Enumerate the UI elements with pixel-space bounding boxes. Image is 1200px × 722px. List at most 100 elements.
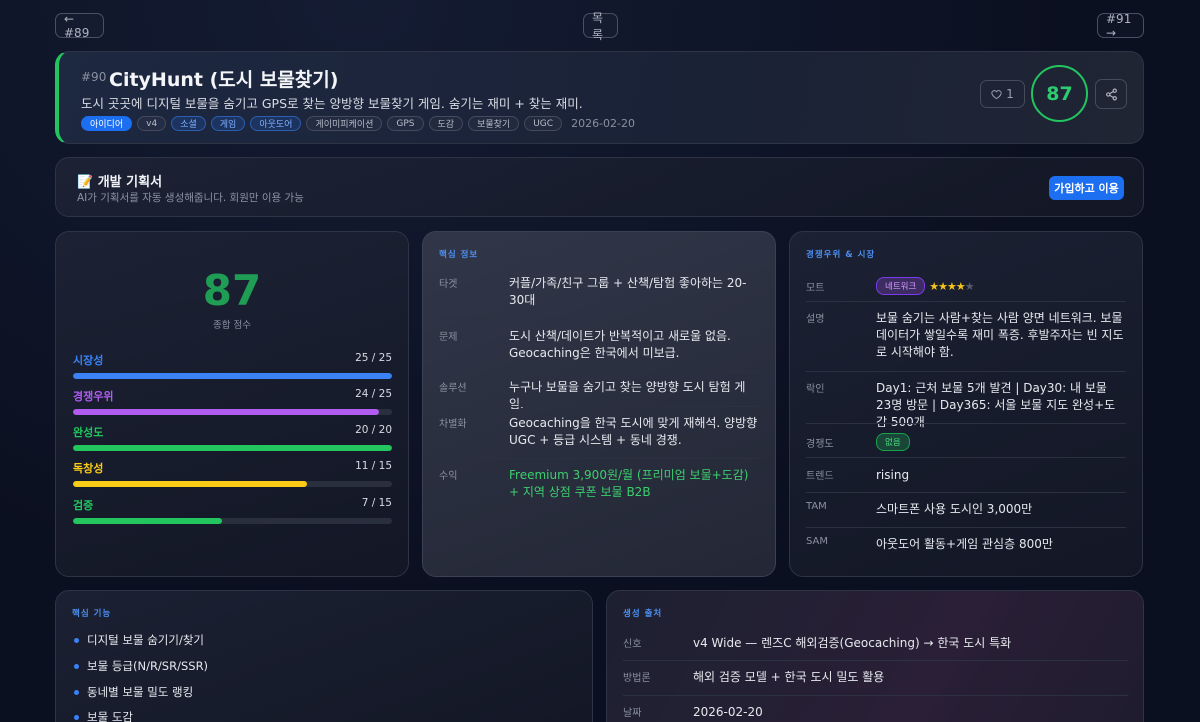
divider	[806, 371, 1126, 372]
metric-value: 25 / 25	[355, 352, 392, 364]
tag[interactable]: 아이디어	[81, 116, 133, 131]
info-key: 방법론	[623, 673, 651, 684]
score-metric: 독창성 11 / 15	[73, 460, 392, 487]
tag[interactable]: GPS	[387, 116, 424, 131]
metric-bar	[73, 445, 392, 451]
feature-label: 보물 등급(N/R/SR/SSR)	[87, 659, 209, 673]
info-key: 신호	[623, 639, 642, 650]
info-row: 방법론 해외 검증 모델 + 한국 도시 밀도 활용	[623, 669, 1128, 686]
info-value: 보물 숨기는 사람+찾는 사람 양면 네트워크. 보물 데이터가 쌓일수록 재미…	[876, 311, 1124, 359]
feature-label: 동네별 보물 밀도 랭킹	[87, 685, 194, 699]
divider	[439, 458, 759, 459]
plan-title: 📝 개발 기획서	[77, 175, 163, 190]
metric-label: 완성도	[73, 426, 104, 439]
dev-plan-card: 📝 개발 기획서 AI가 기획서를 자동 생성해줍니다. 회원만 이용 가능 가…	[55, 157, 1144, 217]
section-title: 핵심 정보	[439, 250, 479, 260]
info-row: 신호 v4 Wide — 렌즈C 해외검증(Geocaching) → 한국 도…	[623, 635, 1128, 652]
info-value: Geocaching을 한국 도시에 맞게 재해석. 양방향 UGC + 등급 …	[509, 416, 758, 447]
market-card: 경쟁우위 & 시장 모트 네트워크 ★★★★★ 설명 보물 숨기는 사람+찾는 …	[789, 231, 1143, 577]
signup-button[interactable]: 가입하고 이용	[1049, 176, 1124, 200]
revenue-value: Freemium 3,900원/월 (프리미엄 보물+도감) + 지역 상점 쿠…	[509, 468, 749, 499]
score-ring: 87	[1031, 65, 1088, 122]
info-value: 커플/가족/친구 그룹 + 산책/탐험 좋아하는 20-30대	[509, 276, 747, 307]
list-button[interactable]: 목록	[583, 11, 618, 42]
tag[interactable]: UGC	[524, 116, 563, 131]
feature-item: 보물 등급(N/R/SR/SSR)	[74, 658, 208, 674]
metric-label: 독창성	[73, 462, 104, 475]
info-row: 날짜 2026-02-20	[623, 704, 1128, 721]
moat-badge: 네트워크	[876, 277, 926, 295]
metric-label: 경쟁우위	[73, 390, 114, 403]
metric-bar-fill	[73, 518, 222, 524]
features-card: 핵심 기능 디지털 보물 숨기기/찾기 보물 등급(N/R/SR/SSR) 동네…	[55, 590, 593, 722]
info-key: 문제	[439, 332, 458, 343]
tag-list: 아이디어 v4 소셜 게임 아웃도어 게이미피케이션 GPS 도감 보물찾기 U…	[81, 116, 643, 131]
info-value: 해외 검증 모델 + 한국 도시 밀도 활용	[693, 670, 885, 684]
info-key: 트렌드	[806, 471, 834, 482]
metric-value: 20 / 20	[355, 424, 392, 436]
section-title: 생성 출처	[623, 609, 663, 619]
info-row: TAM 스마트폰 사용 도시인 3,000만	[806, 501, 1126, 518]
metric-value: 24 / 25	[355, 388, 392, 400]
divider	[439, 406, 759, 407]
divider	[806, 527, 1126, 528]
tag[interactable]: 게이미피케이션	[306, 116, 383, 131]
section-title: 경쟁우위 & 시장	[806, 250, 876, 260]
bullet-icon	[74, 714, 79, 720]
plan-subtitle: AI가 기획서를 자동 생성해줍니다. 회원만 이용 가능	[77, 192, 304, 204]
divider	[439, 371, 759, 372]
info-row: 경쟁도 없음	[806, 433, 1126, 451]
bullet-icon	[74, 637, 79, 643]
info-row: SAM 아웃도어 활동+게임 관심층 800만	[806, 536, 1126, 553]
info-value: 도시 산책/데이트가 반복적이고 새로울 없음. Geocaching은 한국에…	[509, 329, 731, 360]
idea-number: #90	[81, 70, 107, 84]
tag[interactable]: 보물찾기	[468, 116, 520, 131]
metric-bar-fill	[73, 409, 380, 415]
next-button[interactable]: #91 →	[1097, 12, 1144, 40]
info-value: 누구나 보물을 숨기고 찾는 양방향 도시 탐험 게임.	[509, 380, 746, 411]
info-row: 모트 네트워크 ★★★★★	[806, 277, 1126, 295]
feature-label: 보물 도감	[87, 710, 133, 722]
feature-item: 동네별 보물 밀도 랭킹	[74, 684, 193, 700]
divider	[806, 492, 1126, 493]
share-icon	[1105, 88, 1117, 100]
competition-badge: 없음	[876, 433, 910, 451]
like-count: 1	[1006, 87, 1014, 101]
sam-value: 아웃도어 활동+게임 관심층 800만	[876, 537, 1053, 551]
date-label: 2026-02-20	[571, 117, 636, 130]
rating-stars: ★★★★★	[929, 279, 974, 293]
info-value: 2026-02-20	[693, 705, 763, 719]
score-metric: 시장성 25 / 25	[73, 352, 392, 379]
divider	[806, 301, 1126, 302]
heart-icon	[991, 89, 1002, 99]
metric-bar-fill	[73, 481, 307, 487]
tag[interactable]: 도감	[428, 116, 464, 131]
info-row: 타겟 커플/가족/친구 그룹 + 산책/탐험 좋아하는 20-30대	[439, 275, 759, 309]
info-row: 차별화 Geocaching을 한국 도시에 맞게 재해석. 양방향 UGC +…	[439, 415, 759, 449]
prev-button[interactable]: ← #89	[55, 12, 104, 40]
tag[interactable]: v4	[137, 116, 167, 131]
info-key: TAM	[806, 501, 827, 512]
tag[interactable]: 소셜	[171, 116, 206, 131]
metric-value: 7 / 15	[361, 497, 392, 509]
info-key: 날짜	[623, 708, 642, 719]
core-info-card: 핵심 정보 타겟 커플/가족/친구 그룹 + 산책/탐험 좋아하는 20-30대…	[422, 231, 776, 577]
tag[interactable]: 게임	[210, 116, 246, 131]
share-button[interactable]	[1095, 79, 1127, 109]
info-row: 문제 도시 산책/데이트가 반복적이고 새로울 없음. Geocaching은 …	[439, 328, 759, 362]
total-score-label: 종합 점수	[213, 320, 251, 331]
metric-bar	[73, 409, 392, 415]
metric-value: 11 / 15	[355, 460, 392, 472]
idea-header: #90 CityHunt (도시 보물찾기) 도시 곳곳에 디지털 보물을 숨기…	[55, 51, 1144, 144]
tag[interactable]: 아웃도어	[250, 116, 302, 131]
origin-card: 생성 출처 신호 v4 Wide — 렌즈C 해외검증(Geocaching) …	[606, 590, 1144, 722]
like-button[interactable]: 1	[980, 80, 1025, 108]
info-key: 수익	[439, 471, 458, 482]
info-key: 솔루션	[439, 383, 467, 394]
feature-item: 디지털 보물 숨기기/찾기	[74, 632, 204, 648]
page-title: CityHunt (도시 보물찾기)	[109, 69, 339, 91]
bullet-icon	[74, 663, 79, 669]
score-metric: 경쟁우위 24 / 25	[73, 388, 392, 415]
info-key: 설명	[806, 314, 825, 325]
info-row: 트렌드 rising	[806, 467, 1126, 484]
